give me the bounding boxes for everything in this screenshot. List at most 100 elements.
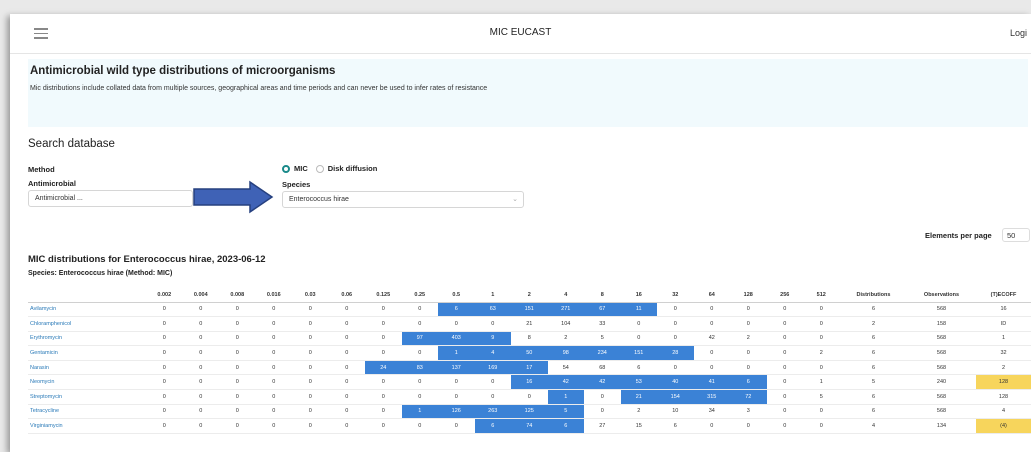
- antimicrobial-select[interactable]: Antimicrobial ...: [28, 190, 193, 207]
- observations-cell: 568: [907, 389, 976, 405]
- header-concentration: 64: [693, 289, 730, 303]
- ecoff-cell: ID: [975, 316, 1031, 332]
- mic-count-cell: 0: [292, 345, 329, 361]
- mic-count-cell: 67: [584, 302, 621, 318]
- mic-count-cell: 42: [547, 374, 584, 391]
- mic-count-cell: 0: [584, 389, 621, 405]
- header-concentration: 16: [620, 289, 657, 303]
- mic-count-cell: 0: [292, 302, 329, 318]
- elements-per-page-select[interactable]: 50: [1002, 228, 1030, 242]
- mic-count-cell: 0: [146, 360, 183, 376]
- antimicrobial-link[interactable]: Virginiamycin: [28, 418, 146, 434]
- method-radio-group: MIC Disk diffusion: [282, 164, 385, 173]
- mic-count-cell: 0: [146, 374, 183, 391]
- mic-count-cell: 0: [438, 374, 475, 391]
- mic-count-cell: 0: [219, 331, 256, 347]
- mic-count-cell: 0: [219, 345, 256, 361]
- antimicrobial-link[interactable]: Avilamycin: [28, 302, 146, 318]
- ecoff-cell: 128: [975, 389, 1031, 405]
- search-title: Search database: [28, 138, 115, 150]
- mic-count-cell: 0: [292, 331, 329, 347]
- observations-cell: 568: [907, 360, 976, 376]
- mic-count-cell: 154: [657, 389, 694, 405]
- mic-count-cell: 0: [182, 302, 219, 318]
- header-concentration: 0.008: [219, 289, 256, 303]
- mic-count-cell: 2: [547, 331, 584, 347]
- mic-count-cell: 0: [219, 418, 256, 434]
- table-row: Narasin 0 0 0 0 0 0 24 83 137 169 17 54 68 6 0 0 0 0 0 6 568 2…: [28, 360, 1031, 376]
- observations-cell: 240: [907, 374, 976, 391]
- mic-count-cell: 0: [219, 316, 256, 332]
- mic-count-cell: 271: [547, 302, 584, 318]
- radio-disk-diffusion-label[interactable]: Disk diffusion: [328, 164, 378, 173]
- mic-count-cell: 11: [620, 302, 657, 318]
- observations-cell: 134: [907, 418, 976, 434]
- radio-mic-label[interactable]: MIC: [294, 164, 308, 173]
- mic-count-cell: 0: [693, 360, 730, 376]
- mic-count-cell: 0: [255, 360, 292, 376]
- antimicrobial-link[interactable]: Gentamicin: [28, 345, 146, 361]
- observations-cell: 568: [907, 302, 976, 318]
- mic-count-cell: 0: [219, 389, 256, 405]
- radio-disk-diffusion[interactable]: [315, 164, 324, 173]
- mic-count-cell: 0: [328, 374, 365, 391]
- mic-count-cell: 0: [146, 418, 183, 434]
- mic-count-cell: 0: [365, 316, 402, 332]
- header-concentration: 4: [547, 289, 584, 303]
- header-concentration: 0.03: [292, 289, 329, 303]
- mic-count-cell: 0: [803, 316, 840, 332]
- header-distributions: Distributions: [839, 289, 908, 303]
- mic-count-cell: 0: [219, 374, 256, 391]
- mic-count-cell: 0: [219, 404, 256, 420]
- mic-count-cell: 0: [255, 316, 292, 332]
- login-link[interactable]: Logi: [1010, 28, 1027, 38]
- antimicrobial-link[interactable]: Tetracycline: [28, 404, 146, 420]
- observations-cell: 158: [907, 316, 976, 332]
- mic-count-cell: 0: [657, 360, 694, 376]
- mic-count-cell: 0: [182, 374, 219, 391]
- mic-count-cell: 21: [620, 389, 657, 405]
- mic-count-cell: 0: [401, 389, 438, 405]
- mic-count-cell: 0: [146, 316, 183, 332]
- mic-count-cell: 0: [730, 345, 767, 361]
- mic-count-cell: 315: [693, 389, 730, 405]
- mic-count-cell: 0: [657, 302, 694, 318]
- mic-count-cell: 40: [657, 374, 694, 391]
- mic-distribution-table: 0.002 0.004 0.008 0.016 0.03 0.06 0.125 0.25 0.5…: [28, 289, 1031, 434]
- mic-count-cell: 54: [547, 360, 584, 376]
- mic-count-cell: 0: [620, 316, 657, 332]
- header-concentration: 2: [511, 289, 548, 303]
- table-header-row: 0.002 0.004 0.008 0.016 0.03 0.06 0.125 0.25 0.5…: [28, 289, 1031, 303]
- species-select[interactable]: Enterococcus hirae ⌄: [282, 191, 524, 208]
- mic-count-cell: 126: [438, 404, 475, 420]
- antimicrobial-link[interactable]: Neomycin: [28, 374, 146, 391]
- mic-count-cell: 0: [401, 302, 438, 318]
- mic-count-cell: 0: [292, 374, 329, 391]
- mic-count-cell: 0: [803, 418, 840, 434]
- mic-count-cell: 42: [584, 374, 621, 391]
- app-title: MIC EUCAST: [489, 27, 552, 38]
- mic-count-cell: 403: [438, 331, 475, 347]
- mic-count-cell: 0: [730, 360, 767, 376]
- mic-count-cell: 0: [328, 331, 365, 347]
- antimicrobial-link[interactable]: Narasin: [28, 360, 146, 376]
- mic-count-cell: 10: [657, 404, 694, 420]
- ecoff-cell: 16: [975, 302, 1031, 318]
- radio-mic[interactable]: [282, 164, 290, 173]
- mic-count-cell: 83: [401, 360, 438, 376]
- antimicrobial-link[interactable]: Erythromycin: [28, 331, 146, 347]
- mic-count-cell: 0: [657, 316, 694, 332]
- mic-count-cell: 151: [620, 345, 657, 361]
- table-row: Streptomycin 0 0 0 0 0 0 0 0 0 0 0 1 0 21 154 315 72 0 5 6 56…: [28, 389, 1031, 405]
- antimicrobial-link[interactable]: Streptomycin: [28, 389, 146, 405]
- mic-count-cell: 0: [401, 316, 438, 332]
- header-concentration: 8: [584, 289, 621, 303]
- mic-count-cell: 0: [292, 418, 329, 434]
- mic-count-cell: 0: [474, 316, 511, 332]
- antimicrobial-link[interactable]: Chloramphenicol: [28, 316, 146, 332]
- mic-count-cell: 6: [730, 374, 767, 391]
- mic-count-cell: 0: [693, 418, 730, 434]
- mic-count-cell: 1: [547, 389, 584, 405]
- mic-count-cell: 0: [803, 360, 840, 376]
- mic-count-cell: 16: [511, 374, 548, 391]
